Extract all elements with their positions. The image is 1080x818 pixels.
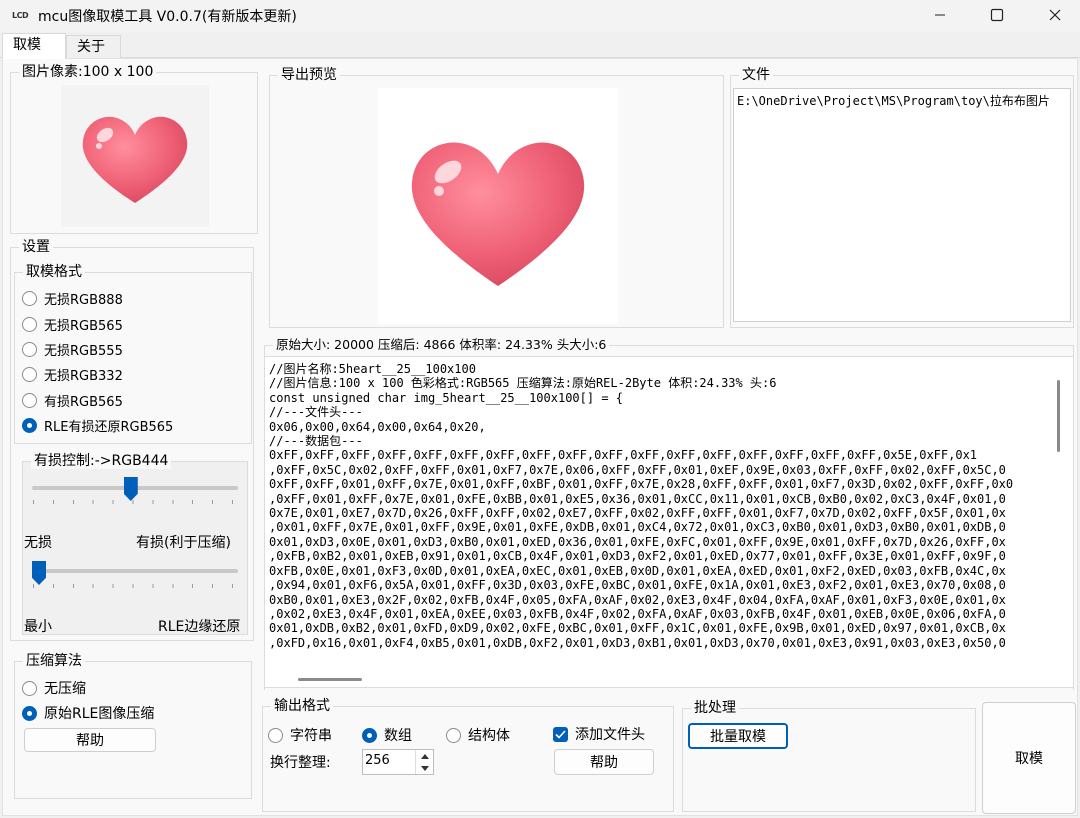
tab-strip bbox=[0, 32, 1080, 58]
format-array-radio[interactable]: 数组 bbox=[362, 725, 412, 745]
edge-min-label: 最小 bbox=[24, 619, 52, 635]
format-struct-radio[interactable]: 结构体 bbox=[446, 725, 510, 745]
radio-circle bbox=[22, 342, 37, 357]
image-pixel-panel: 图片像素:100 x 100 bbox=[10, 64, 258, 234]
file-list[interactable]: E:\OneDrive\Project\MS\Program\toy\拉布布图片 bbox=[733, 88, 1071, 322]
batch-process-button[interactable]: 批量取模 bbox=[688, 723, 788, 749]
wrap-spinbox[interactable]: 256 bbox=[362, 749, 434, 775]
settings-legend: 设置 bbox=[19, 239, 53, 255]
compression-rle-radio[interactable]: 原始RLE图像压缩 bbox=[22, 703, 154, 723]
radio-circle bbox=[22, 393, 37, 408]
wrap-label: 换行整理: bbox=[270, 755, 331, 771]
lossy-control-legend: 有损控制:->RGB444 bbox=[31, 453, 172, 469]
arrow-up-icon bbox=[420, 753, 429, 759]
format-rgb888-radio[interactable]: 无损RGB888 bbox=[22, 289, 123, 308]
code-output-text[interactable]: //图片名称:5heart__25__100x100 //图片信息:100 x … bbox=[269, 362, 1013, 650]
stats-label: 原始大小: 20000 压缩后: 4866 体积率: 24.33% 头大小:6 bbox=[273, 337, 610, 353]
close-button[interactable] bbox=[1030, 0, 1080, 30]
file-path[interactable]: E:\OneDrive\Project\MS\Program\toy\拉布布图片 bbox=[737, 92, 1050, 109]
output-help-button[interactable]: 帮助 bbox=[554, 749, 654, 775]
edge-max-label: RLE边缘还原 bbox=[158, 619, 241, 635]
minimize-icon bbox=[935, 14, 945, 16]
preview-heart-image bbox=[411, 142, 585, 286]
format-rgb332-radio[interactable]: 无损RGB332 bbox=[22, 365, 123, 384]
radio-circle bbox=[22, 367, 37, 382]
format-lossy-rgb565-radio[interactable]: 有损RGB565 bbox=[22, 391, 123, 410]
add-header-checkbox[interactable]: 添加文件头 bbox=[553, 724, 645, 744]
lossy-max-label: 有损(利于压缩) bbox=[136, 535, 231, 551]
code-horizontal-scroll-thumb[interactable] bbox=[298, 678, 362, 681]
file-panel: 文件 E:\OneDrive\Project\MS\Program\toy\拉布… bbox=[730, 67, 1074, 328]
spin-down-button[interactable] bbox=[415, 762, 433, 774]
code-vertical-scroll-thumb[interactable] bbox=[1057, 380, 1060, 452]
tab-about[interactable]: 关于 bbox=[66, 35, 121, 59]
format-legend: 取模格式 bbox=[23, 264, 85, 280]
format-rgb565-radio[interactable]: 无损RGB565 bbox=[22, 315, 123, 334]
radio-circle bbox=[268, 727, 283, 743]
format-rle-rgb565-radio[interactable]: RLE有损还原RGB565 bbox=[22, 416, 173, 435]
radio-circle bbox=[22, 705, 37, 721]
lossy-slider-ticks bbox=[33, 500, 239, 504]
radio-circle bbox=[22, 680, 37, 696]
radio-circle bbox=[362, 727, 377, 743]
source-heart-image bbox=[82, 116, 188, 203]
window-title: mcu图像取模工具 V0.0.7(有新版本更新) bbox=[38, 9, 297, 25]
edge-slider-track[interactable] bbox=[32, 569, 238, 573]
lossy-min-label: 无损 bbox=[24, 535, 52, 551]
maximize-button[interactable] bbox=[972, 0, 1022, 30]
compression-none-radio[interactable]: 无压缩 bbox=[22, 678, 86, 698]
radio-circle bbox=[22, 418, 37, 433]
generate-button[interactable]: 取模 bbox=[982, 702, 1076, 814]
checkbox-box bbox=[553, 726, 568, 742]
arrow-down-icon bbox=[420, 765, 429, 771]
radio-circle bbox=[446, 727, 461, 743]
format-rgb555-radio[interactable]: 无损RGB555 bbox=[22, 340, 123, 359]
spin-up-button[interactable] bbox=[415, 750, 433, 762]
file-legend: 文件 bbox=[739, 67, 773, 83]
radio-circle bbox=[22, 291, 37, 306]
compression-legend: 压缩算法 bbox=[23, 653, 85, 669]
close-icon bbox=[1049, 9, 1061, 21]
app-icon: LCD bbox=[12, 11, 29, 20]
tab-qumo[interactable]: 取模 bbox=[2, 33, 66, 59]
compression-help-button[interactable]: 帮助 bbox=[24, 728, 156, 752]
batch-legend: 批处理 bbox=[691, 700, 739, 716]
wrap-value[interactable]: 256 bbox=[365, 753, 390, 768]
edge-slider-ticks bbox=[33, 584, 239, 588]
preview-image-area bbox=[378, 88, 618, 324]
checkmark-icon bbox=[555, 729, 566, 739]
output-format-legend: 输出格式 bbox=[271, 698, 333, 714]
maximize-icon bbox=[990, 8, 1004, 22]
image-pixel-legend: 图片像素:100 x 100 bbox=[19, 64, 157, 80]
export-preview-panel: 导出预览 bbox=[269, 67, 724, 328]
format-string-radio[interactable]: 字符串 bbox=[268, 725, 332, 745]
code-output[interactable]: //图片名称:5heart__25__100x100 //图片信息:100 x … bbox=[264, 356, 1074, 688]
source-image-area bbox=[61, 85, 209, 227]
radio-circle bbox=[22, 317, 37, 332]
export-preview-legend: 导出预览 bbox=[278, 67, 340, 83]
minimize-button[interactable] bbox=[915, 0, 965, 30]
